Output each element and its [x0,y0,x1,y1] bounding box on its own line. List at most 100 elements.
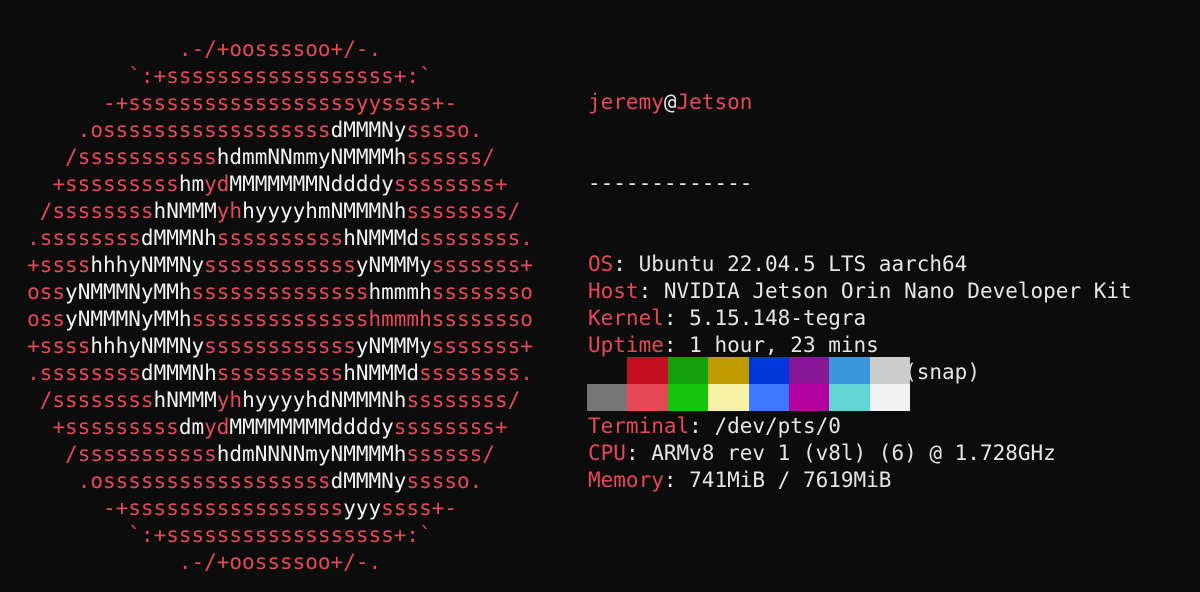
logo-segment: +ssss [27,253,91,277]
logo-segment: +ssss [27,334,91,358]
logo-segment: hhhyNMMNy [90,253,205,277]
color-swatch-normal-1 [627,357,668,384]
logo-segment: .ssssssss [27,226,141,250]
color-swatch-normal-0 [587,357,628,384]
logo-segment: .ossssssssssssssssss [77,118,331,142]
info-row-kernel: Kernel: 5.15.148-tegra [588,305,1132,332]
color-swatch-bright-7 [869,384,911,411]
logo-segment: /sssssssssss [65,442,217,466]
info-colon: : [663,333,690,357]
logo-segment: sssssss+ [431,334,533,358]
ubuntu-ascii-logo: .-/+oossssoo+/-. `:+ssssssssssssssssss+:`… [0,36,560,576]
logo-segment: ssssssss+ [393,172,508,196]
logo-line: ossyNMMMNyMMhsssssssssssssshmmmhssssssso [0,279,560,306]
color-swatch-bright-6 [829,384,870,411]
logo-segment: hhhyNMMNy [90,334,205,358]
logo-line: +sssshhhyNMMNyssssssssssssyNMMMysssssss+ [0,333,560,360]
logo-segment: sssssss+ [431,253,533,277]
info-value: Ubuntu 22.04.5 LTS aarch64 [638,252,968,276]
terminal-window[interactable]: .-/+oossssoo+/-. `:+ssssssssssssssssss+:`… [0,0,1200,592]
logo-segment: hm [178,172,205,196]
logo-segment: ssssssso [431,280,533,304]
at-sign: @ [663,90,677,114]
logo-segment: hdmNNNNmyNMMMMh [216,442,407,466]
logo-segment: ssssss/ [406,145,495,169]
system-info: jeremy@Jetson ------------- OS: Ubuntu 2… [588,35,1132,548]
logo-segment: -+sssssssssssssssss [102,496,344,520]
logo-segment: ssssssss/ [406,388,521,412]
logo-segment: `:+ssssssssssssssssss+:` [128,523,432,547]
logo-line: /sssssssshNMMMyhhyyyyhdNMMMNhssssssss/ [0,387,560,414]
info-colon: : [638,279,664,303]
username: jeremy [588,90,664,114]
info-colon: : [663,468,690,492]
logo-segment: ssssssss. [419,361,533,385]
logo-segment: /sssssssssss [65,145,217,169]
info-row-memory: Memory: 741MiB / 7619MiB [588,467,1132,494]
logo-segment: hNMMMd [343,226,420,250]
logo-line: .ossssssssssssssssssdMMMNysssso. [0,468,560,495]
logo-segment: sssso. [406,118,483,142]
logo-line: +ssssssssshmydMMMMMMMNddddyssssssss+ [0,171,560,198]
logo-segment: hdmmNNmmyNMMMMh [216,145,407,169]
logo-line: /ssssssssssshdmNNNNmyNMMMMhssssss/ [0,441,560,468]
logo-segment: ssssssssss [216,226,344,250]
logo-segment: hNMMM [153,388,217,412]
logo-line: -+sssssssssssssssssyyyssss+- [0,495,560,522]
info-row-cpu: CPU: ARMv8 rev 1 (v8l) (6) @ 1.728GHz [588,440,1132,467]
logo-segment: oss [27,307,66,331]
color-swatch-normal-5 [788,357,830,384]
logo-segment: +sssssssss [52,415,179,439]
logo-segment: hmmmh [368,280,432,304]
logo-line: ossyNMMMNyMMhsssssssssssssshmmmhssssssso [0,306,560,333]
logo-line: `:+ssssssssssssssssss+:` [0,522,560,549]
logo-segment: -+ssssssssssssssssssyyssss+- [102,91,457,115]
info-row-terminal: Terminal: /dev/pts/0 [588,413,1132,440]
color-swatch-bright-3 [708,384,749,411]
logo-segment: dMMMNh [140,361,217,385]
logo-line: /sssssssshNMMMyhhyyyyhmNMMMNhssssssss/ [0,198,560,225]
logo-segment: dMMMNy [330,118,407,142]
logo-segment: hyyyyhdNMMMNh [242,388,407,412]
logo-segment: MMMMMMMMddddy [229,415,394,439]
logo-line: .ossssssssssssssssssdMMMNysssso. [0,117,560,144]
logo-segment: dMMMNy [330,469,407,493]
color-swatch-normal-3 [708,357,749,384]
logo-segment: .ossssssssssssssssss [77,469,331,493]
color-swatch-normal-6 [829,357,870,384]
logo-segment: yd [204,172,230,196]
logo-segment: .-/+oossssoo+/-. [178,37,382,61]
logo-segment: +sssssssss [52,172,179,196]
color-swatch-normal-2 [667,357,709,384]
logo-line: +sssssssssdmydMMMMMMMMddddyssssssss+ [0,414,560,441]
info-row-uptime: Uptime: 1 hour, 23 mins [588,332,1132,359]
logo-segment: ssssssss. [419,226,533,250]
logo-segment: hNMMM [153,199,217,223]
palette-row-normal [587,357,911,384]
color-swatch-bright-4 [748,384,789,411]
color-swatch-bright-2 [667,384,709,411]
color-swatch-normal-4 [748,357,789,384]
logo-segment: `:+ssssssssssssssssss+:` [128,64,432,88]
info-colon: : [625,441,652,465]
color-swatch-normal-7 [869,357,911,384]
info-value: ARMv8 rev 1 (v8l) (6) @ 1.728GHz [651,441,1056,465]
logo-segment: /ssssssss [39,388,154,412]
logo-segment: oss [27,280,66,304]
logo-segment: yh [216,199,243,223]
logo-segment: ssssss/ [406,442,495,466]
logo-segment: yNMMMy [355,253,432,277]
info-row-os: OS: Ubuntu 22.04.5 LTS aarch64 [588,251,1132,278]
logo-line: .ssssssssdMMMNhsssssssssshNMMMdssssssss. [0,360,560,387]
user-host-line: jeremy@Jetson [588,89,1132,116]
color-swatch-bright-1 [627,384,668,411]
info-value: 741MiB / 7619MiB [689,468,892,492]
info-value: 5.15.148-tegra [689,306,867,330]
logo-segment: ssssssssssssss [191,280,369,304]
info-key: Uptime [588,333,664,357]
info-row-host: Host: NVIDIA Jetson Orin Nano Developer … [588,278,1132,305]
logo-line: .-/+oossssoo+/-. [0,549,560,576]
info-value: NVIDIA Jetson Orin Nano Developer Kit [663,279,1132,303]
logo-line: .-/+oossssoo+/-. [0,36,560,63]
logo-line: `:+ssssssssssssssssss+:` [0,63,560,90]
